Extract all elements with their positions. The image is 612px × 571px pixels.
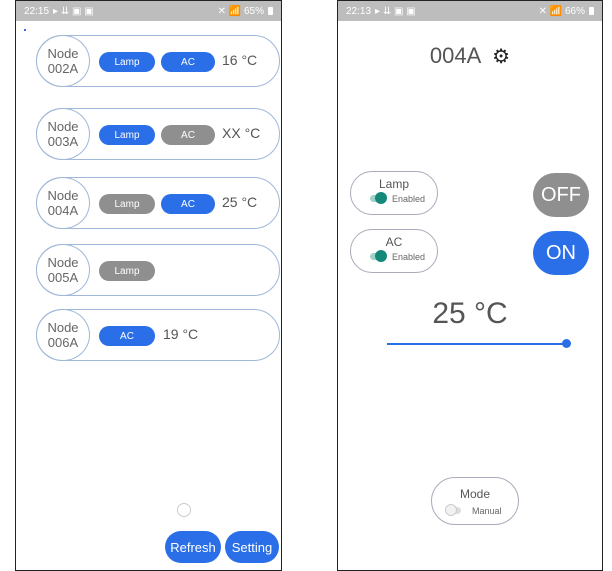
ac-device-card: AC Enabled: [350, 229, 438, 273]
setting-button[interactable]: Setting: [225, 531, 279, 563]
node-title-row: 004A ⚙: [338, 43, 602, 69]
node-temperature: 16 °C: [222, 52, 258, 68]
notification-icons: ▸ ⇊ ▣ ▣: [375, 5, 416, 17]
toggle-knob: [445, 504, 457, 516]
ac-status-pill[interactable]: AC: [99, 326, 155, 346]
lamp-device-card: Lamp Enabled: [350, 171, 438, 215]
node-card[interactable]: Node 003A Lamp AC XX °C: [36, 108, 280, 160]
temperature-slider[interactable]: [387, 343, 567, 345]
toggle-knob: [375, 192, 387, 204]
node-name: Node 006A: [36, 309, 90, 361]
lamp-status-pill[interactable]: Lamp: [99, 125, 155, 145]
battery-icon: [268, 7, 273, 15]
node-name: Node 002A: [36, 35, 90, 87]
ac-label: AC: [385, 235, 403, 249]
ac-status-pill[interactable]: AC: [161, 194, 215, 214]
mode-switch-label: Manual: [472, 506, 502, 516]
ac-enable-toggle[interactable]: [370, 250, 387, 262]
refresh-button[interactable]: Refresh: [165, 531, 221, 563]
mode-card: Mode Manual: [431, 477, 519, 525]
node-temperature: 19 °C: [163, 326, 199, 342]
node-name: Node 004A: [36, 177, 90, 229]
ac-status-pill[interactable]: AC: [161, 52, 215, 72]
node-card[interactable]: Node 004A Lamp AC 25 °C: [36, 177, 280, 229]
mode-toggle[interactable]: [445, 504, 461, 516]
node-list-screen: 22:15 ▸ ⇊ ▣ ▣ ✕ 📶 65% Node 002A Lamp AC 16 …: [15, 0, 282, 571]
node-card[interactable]: Node 006A AC 19 °C: [36, 309, 280, 361]
status-right: ✕ 📶 65%: [217, 5, 264, 17]
ac-status-pill[interactable]: AC: [161, 125, 215, 145]
notification-icons: ▸ ⇊ ▣ ▣: [53, 5, 94, 17]
toggle-knob: [375, 250, 387, 262]
lamp-status-pill[interactable]: Lamp: [99, 261, 155, 281]
status-bar: 22:15 ▸ ⇊ ▣ ▣ ✕ 📶 65%: [16, 1, 281, 21]
temperature-slider-thumb[interactable]: [562, 339, 571, 348]
node-detail-screen: 22:13 ▸ ⇊ ▣ ▣ ✕ 📶 66% 004A ⚙ Lamp Enable…: [337, 0, 603, 571]
lamp-status-pill[interactable]: Lamp: [99, 52, 155, 72]
mode-label: Mode: [459, 487, 491, 501]
lamp-label: Lamp: [378, 177, 410, 191]
lamp-state-button[interactable]: OFF: [533, 173, 589, 217]
node-title: 004A: [429, 43, 481, 68]
ac-enable-label: Enabled: [392, 252, 426, 262]
gear-icon[interactable]: ⚙: [492, 46, 510, 68]
lamp-enable-label: Enabled: [392, 194, 426, 204]
status-bar: 22:13 ▸ ⇊ ▣ ▣ ✕ 📶 66%: [338, 1, 602, 21]
status-right: ✕ 📶 66%: [538, 5, 585, 17]
temperature-value: 25 °C: [432, 297, 508, 330]
node-temperature: 25 °C: [222, 194, 258, 210]
node-card[interactable]: Node 005A Lamp: [36, 244, 280, 296]
node-card[interactable]: Node 002A Lamp AC 16 °C: [36, 35, 280, 87]
status-time: 22:13: [346, 5, 372, 17]
lamp-enable-toggle[interactable]: [370, 192, 387, 204]
ac-state-button[interactable]: ON: [533, 231, 589, 275]
dot-marker: [24, 29, 26, 31]
lamp-status-pill[interactable]: Lamp: [99, 194, 155, 214]
status-time: 22:15: [24, 5, 50, 17]
node-temperature: XX °C: [222, 125, 261, 141]
loading-spinner-icon: [177, 503, 191, 517]
battery-icon: [589, 7, 594, 15]
node-name: Node 003A: [36, 108, 90, 160]
node-name: Node 005A: [36, 244, 90, 296]
